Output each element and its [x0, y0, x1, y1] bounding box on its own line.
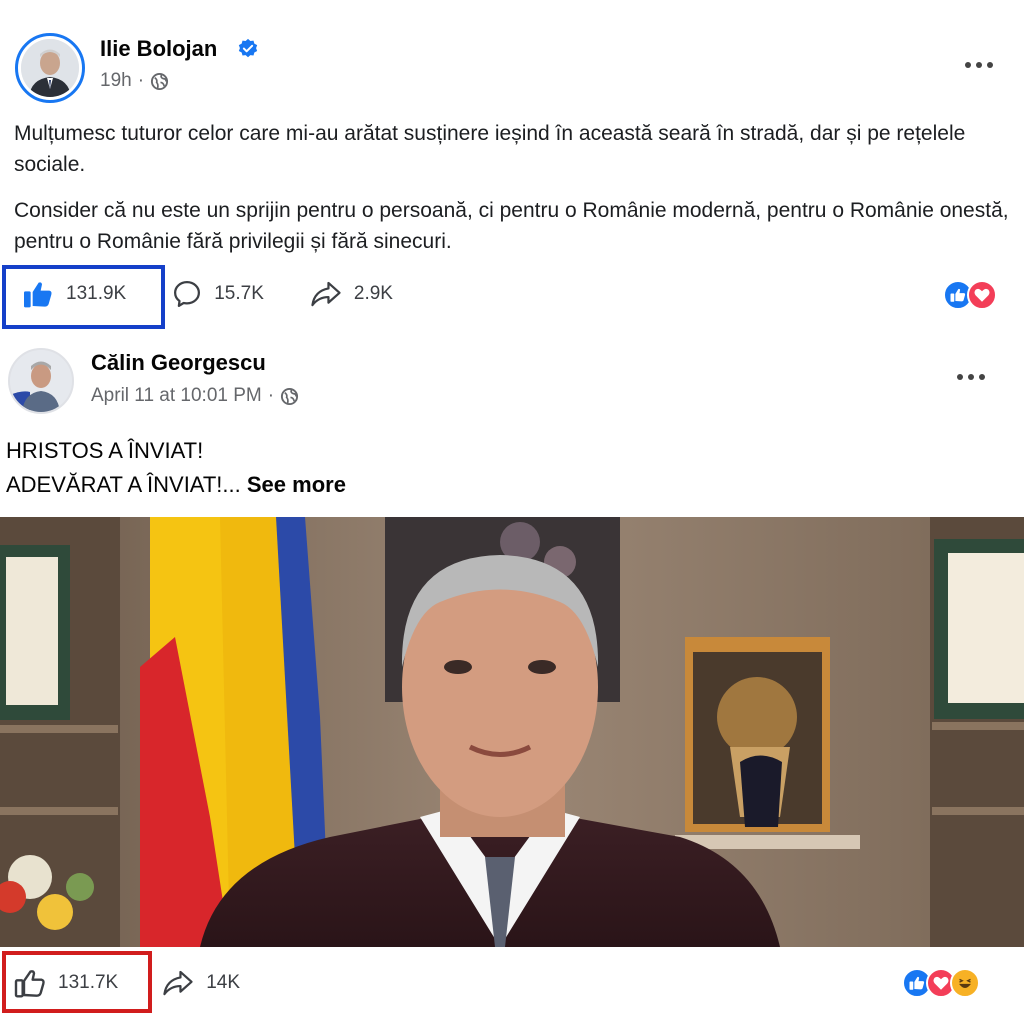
share-button[interactable]: 2.9K — [310, 279, 393, 309]
post-meta: 19h · — [100, 70, 169, 92]
post-paragraph: Consider că nu este un sprijin pentru o … — [14, 199, 1009, 253]
post-text: Mulțumesc tuturor celor care mi-au arăta… — [14, 118, 1014, 272]
comment-button[interactable]: 15.7K — [172, 279, 264, 309]
love-reaction-icon — [967, 280, 997, 310]
author-name[interactable]: Călin Georgescu — [91, 350, 266, 376]
reactions-summary[interactable] — [902, 968, 980, 998]
post-text: HRISTOS A ÎNVIAT! ADEVĂRAT A ÎNVIAT!... … — [6, 434, 346, 502]
share-arrow-icon — [311, 281, 341, 307]
verified-badge-icon — [238, 38, 258, 58]
post-meta: April 11 at 10:01 PM · — [91, 385, 299, 407]
post-calin-georgescu: Călin Georgescu April 11 at 10:01 PM · H… — [0, 340, 1024, 1014]
dot-icon — [957, 374, 963, 380]
post-paragraph: Mulțumesc tuturor celor care mi-au arăta… — [14, 122, 966, 176]
author-avatar[interactable] — [15, 33, 85, 103]
share-button[interactable]: 14K — [162, 968, 240, 998]
author-photo — [21, 39, 79, 97]
post-time[interactable]: 19h — [100, 70, 132, 92]
comment-icon — [174, 281, 201, 307]
highlight-box-red — [2, 951, 152, 1013]
highlight-box-blue — [2, 265, 165, 329]
author-photo — [10, 350, 72, 412]
meta-separator: · — [137, 70, 145, 91]
dot-icon — [965, 62, 971, 68]
comment-count: 15.7K — [214, 283, 264, 304]
more-options-button[interactable] — [957, 374, 989, 382]
post-time[interactable]: April 11 at 10:01 PM — [91, 385, 262, 407]
post-line-truncated: ADEVĂRAT A ÎNVIAT!... See more — [6, 468, 346, 502]
dot-icon — [979, 374, 985, 380]
post-line: ADEVĂRAT A ÎNVIAT!... — [6, 472, 241, 497]
dot-icon — [976, 62, 982, 68]
more-options-button[interactable] — [965, 62, 997, 70]
haha-reaction-icon — [950, 968, 980, 998]
meta-separator: · — [267, 385, 275, 406]
author-avatar[interactable] — [8, 348, 74, 414]
video-frame — [0, 517, 1024, 947]
globe-icon — [281, 387, 299, 405]
post-line: HRISTOS A ÎNVIAT! — [6, 438, 204, 463]
globe-icon — [150, 72, 169, 90]
share-arrow-icon — [163, 970, 193, 996]
video-player[interactable] — [0, 517, 1024, 947]
share-count: 2.9K — [353, 283, 393, 304]
author-name[interactable]: Ilie Bolojan — [100, 36, 217, 62]
see-more-link[interactable]: See more — [247, 472, 346, 497]
share-count: 14K — [206, 972, 241, 993]
dot-icon — [987, 62, 993, 68]
dot-icon — [968, 374, 974, 380]
reactions-summary[interactable] — [943, 280, 997, 310]
